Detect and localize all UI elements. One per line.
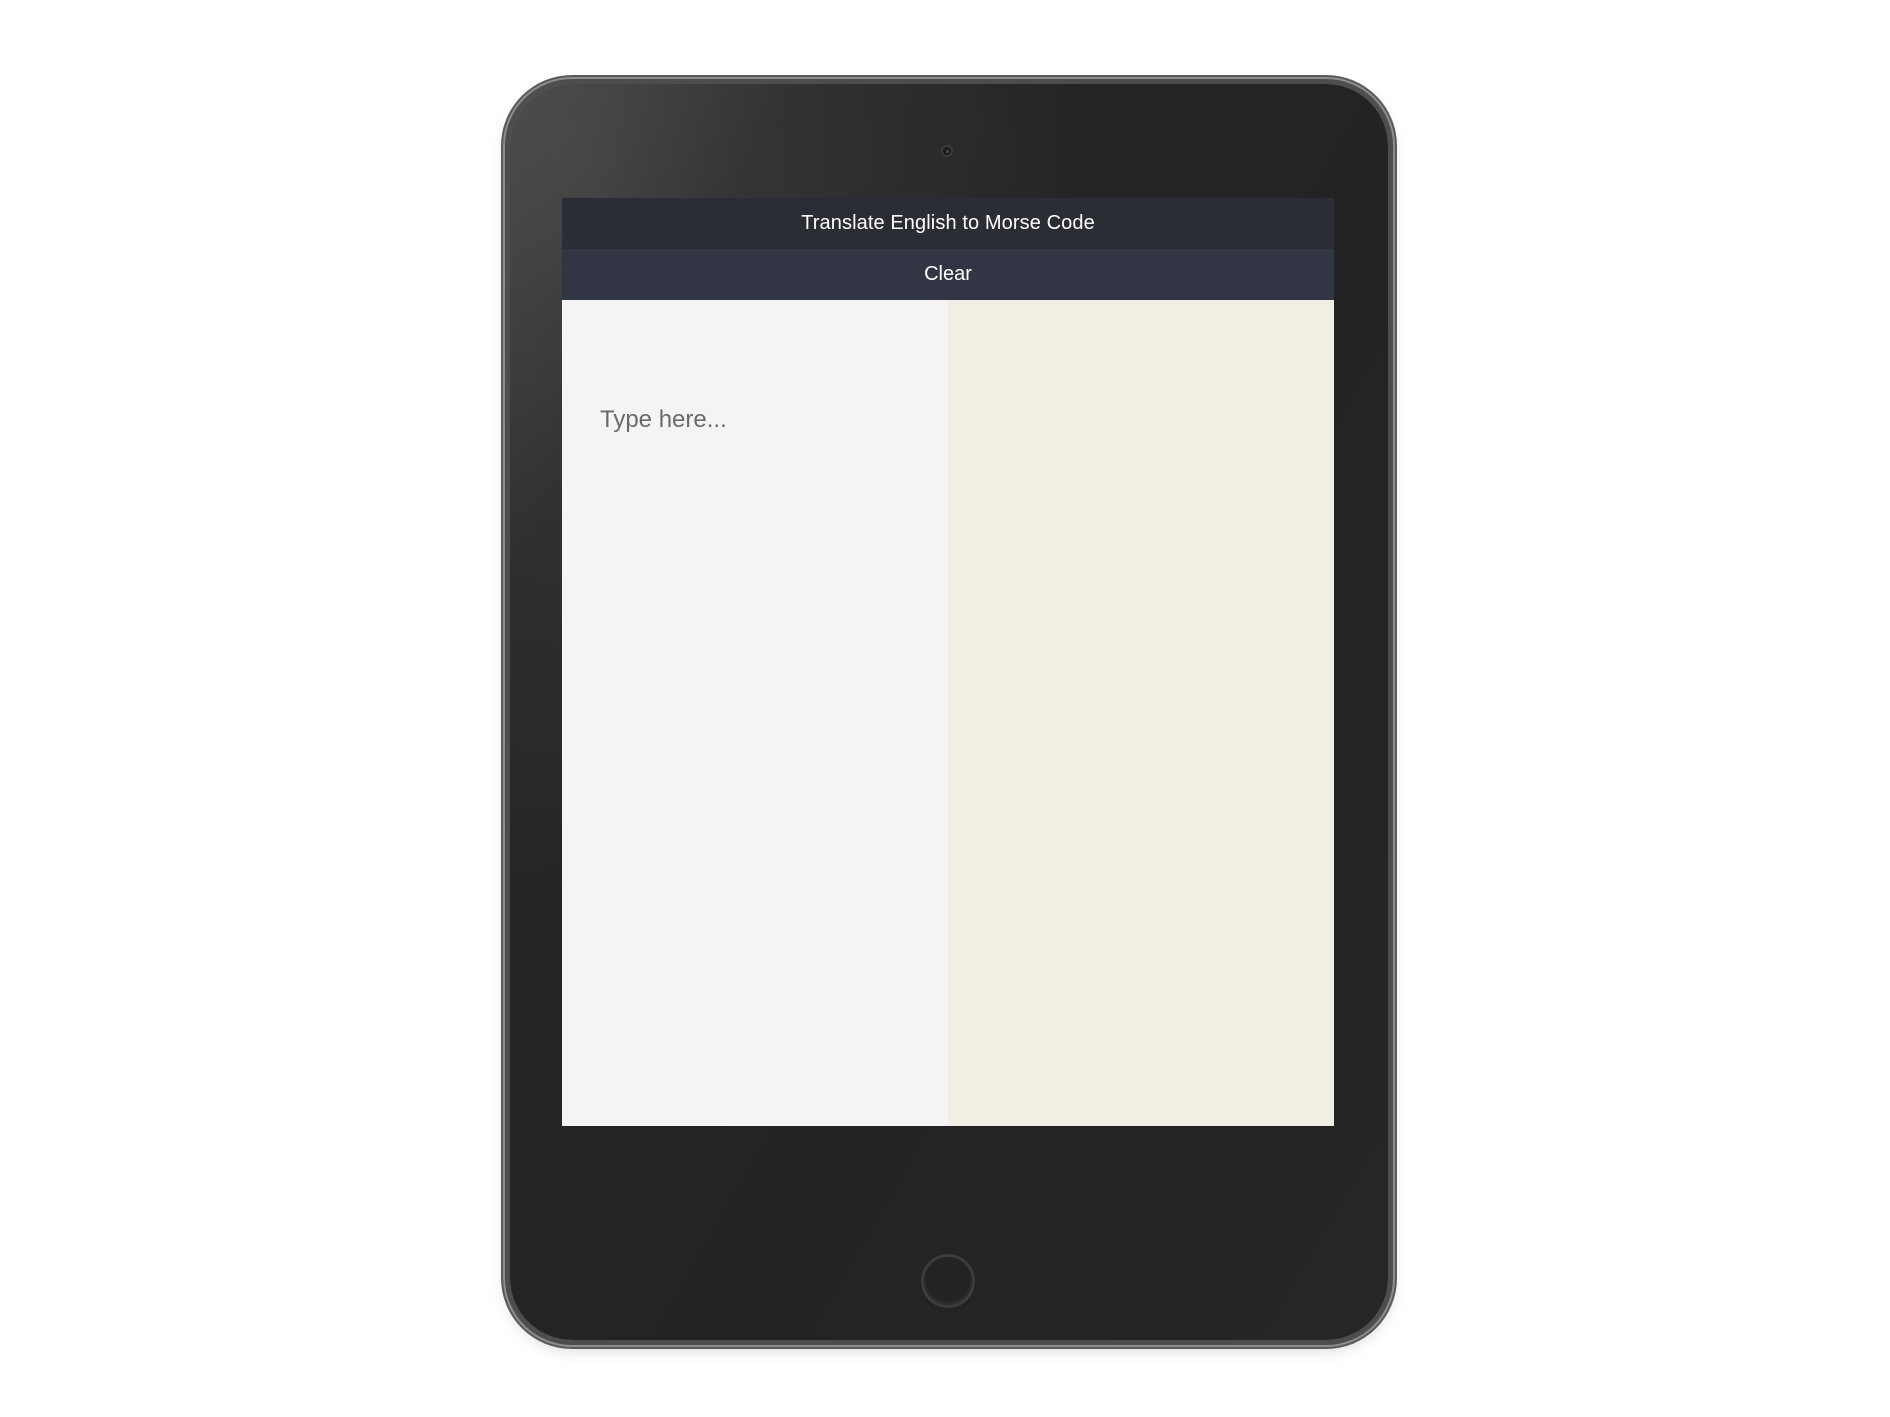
camera-icon [941,145,953,157]
home-button-icon[interactable] [921,1254,975,1308]
app-screen: Translate English to Morse Code Clear [562,198,1334,1126]
app-title: Translate English to Morse Code [562,198,1334,249]
morse-output-pane [948,300,1334,1126]
tablet-device-frame: Translate English to Morse Code Clear [510,84,1388,1340]
english-input-pane[interactable] [562,300,948,1126]
english-text-input[interactable] [600,406,920,1086]
clear-button[interactable]: Clear [562,249,1334,300]
translator-panes [562,300,1334,1126]
